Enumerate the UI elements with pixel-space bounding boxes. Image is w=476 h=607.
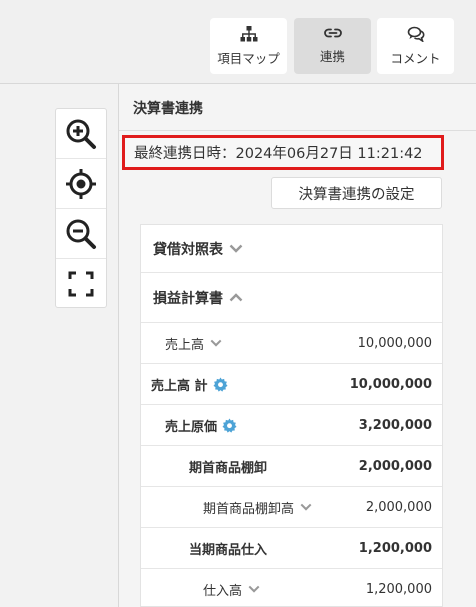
comment-label: コメント — [390, 51, 441, 66]
table-row: 期首商品棚卸 2,000,000 — [141, 446, 442, 487]
row-value: 2,000,000 — [358, 458, 432, 474]
locate-button[interactable] — [56, 159, 106, 209]
link-icon — [323, 28, 342, 38]
balance-sheet-header[interactable]: 貸借対照表 — [141, 225, 442, 273]
fullscreen-button[interactable] — [56, 259, 106, 309]
table-row: 期首商品棚卸高 2,000,000 — [141, 487, 442, 528]
map-canvas[interactable] — [0, 84, 118, 607]
zoom-controls — [55, 108, 107, 308]
row-name: 仕入高 — [203, 583, 243, 599]
gear-icon[interactable] — [213, 376, 228, 392]
top-toolbar: 項目マップ 連携 コメント — [0, 0, 476, 84]
chevron-down-icon[interactable] — [248, 585, 260, 593]
comment-icon — [407, 26, 424, 42]
income-statement-label: 損益計算書 — [153, 290, 223, 307]
sync-panel: 決算書連携 最終連携日時：2024年06月27日 11:21:42 決算書連携の… — [118, 84, 476, 607]
item-map-label: 項目マップ — [217, 51, 280, 66]
row-name: 期首商品棚卸高 — [203, 501, 295, 517]
row-value: 1,200,000 — [365, 581, 432, 597]
financial-statement-card: 貸借対照表 損益計算書 売上高 10,000,000 売上高 計 10,000,… — [140, 224, 443, 607]
balance-sheet-label: 貸借対照表 — [153, 241, 223, 258]
zoom-in-icon — [66, 119, 96, 149]
locate-icon — [66, 168, 96, 199]
table-row: 当期商品仕入 1,200,000 — [141, 528, 442, 569]
gear-icon[interactable] — [222, 417, 237, 433]
chevron-down-icon[interactable] — [229, 244, 243, 253]
row-name: 売上原価 — [165, 419, 218, 435]
row-value: 1,200,000 — [358, 540, 432, 556]
comment-button[interactable]: コメント — [377, 18, 454, 74]
row-name: 当期商品仕入 — [189, 542, 268, 558]
fullscreen-icon — [68, 271, 94, 297]
table-row: 売上高 計 10,000,000 — [141, 364, 442, 405]
zoom-out-icon — [66, 219, 96, 249]
panel-divider — [119, 130, 476, 131]
row-name: 売上高 — [165, 337, 205, 353]
table-row: 売上高 10,000,000 — [141, 323, 442, 364]
sync-settings-button[interactable]: 決算書連携の設定 — [271, 177, 442, 209]
zoom-out-button[interactable] — [56, 209, 106, 259]
chevron-down-icon[interactable] — [300, 503, 312, 511]
row-name: 売上高 計 — [151, 378, 208, 394]
chevron-up-icon[interactable] — [229, 293, 243, 302]
row-value: 3,200,000 — [358, 417, 432, 433]
row-value: 10,000,000 — [357, 335, 432, 351]
chevron-down-icon[interactable] — [210, 339, 222, 347]
row-value: 2,000,000 — [365, 499, 432, 515]
row-name: 期首商品棚卸 — [189, 460, 268, 476]
link-button[interactable]: 連携 — [294, 18, 371, 74]
sitemap-icon — [240, 26, 257, 42]
item-map-button[interactable]: 項目マップ — [210, 18, 287, 74]
income-statement-header[interactable]: 損益計算書 — [141, 273, 442, 323]
last-sync-timestamp: 最終連携日時：2024年06月27日 11:21:42 — [122, 135, 444, 170]
row-value: 10,000,000 — [349, 376, 432, 392]
link-label: 連携 — [319, 49, 345, 64]
zoom-in-button[interactable] — [56, 109, 106, 159]
table-row: 売上原価 3,200,000 — [141, 405, 442, 446]
panel-title: 決算書連携 — [133, 101, 203, 117]
table-row: 仕入高 1,200,000 — [141, 569, 442, 606]
